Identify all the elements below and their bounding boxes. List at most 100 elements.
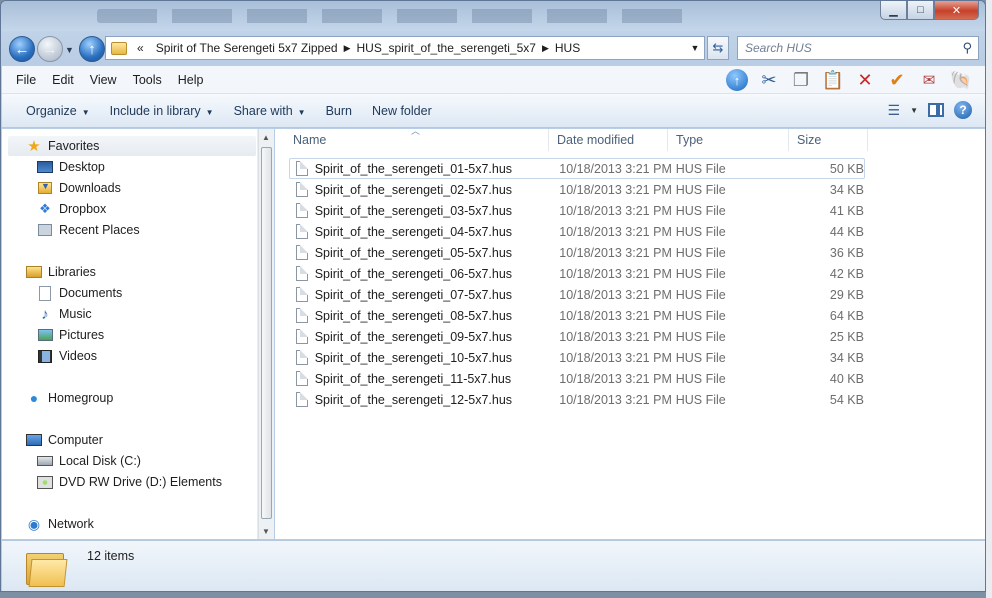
navigation-pane: ★ Favorites Desktop Downloads ❖ Dropbox … (2, 129, 258, 539)
paste-icon[interactable]: 📋 (820, 68, 846, 92)
maximize-button[interactable]: □ (907, 1, 934, 20)
breadcrumb-item[interactable]: HUS_spirit_of_the_serengeti_5x7 (351, 41, 542, 55)
scroll-up-arrow[interactable]: ▲ (262, 133, 270, 142)
table-row[interactable]: Spirit_of_the_serengeti_02-5x7.hus 10/18… (289, 179, 865, 200)
table-row[interactable]: Spirit_of_the_serengeti_12-5x7.hus 10/18… (289, 389, 865, 410)
close-button[interactable]: ✕ (934, 1, 979, 20)
back-button[interactable]: ← (9, 36, 35, 62)
chevron-right-icon[interactable]: ▶ (542, 43, 549, 54)
help-icon[interactable]: ? (954, 101, 972, 119)
preview-pane-icon[interactable] (928, 103, 944, 117)
file-type: HUS File (675, 371, 726, 386)
sidebar-item-network[interactable]: ◉ Network (26, 514, 94, 534)
file-name: Spirit_of_the_serengeti_11-5x7.hus (314, 371, 512, 386)
up-button[interactable]: ↑ (79, 36, 105, 62)
delete-icon[interactable]: ✕ (852, 68, 878, 92)
table-row[interactable]: Spirit_of_the_serengeti_10-5x7.hus 10/18… (289, 347, 865, 368)
include-in-library-button[interactable]: Include in library ▼ (100, 104, 224, 118)
table-row[interactable]: Spirit_of_the_serengeti_03-5x7.hus 10/18… (289, 200, 865, 221)
table-row[interactable]: Spirit_of_the_serengeti_05-5x7.hus 10/18… (289, 242, 865, 263)
sidebar-item-dropbox[interactable]: ❖ Dropbox (37, 199, 106, 219)
sidebar-item-homegroup[interactable]: ● Homegroup (26, 388, 114, 408)
chevron-down-icon: ▼ (205, 107, 214, 117)
sidebar-item-recent-places[interactable]: Recent Places (37, 220, 140, 240)
refresh-button[interactable]: ⇆ (707, 36, 729, 60)
sidebar-item-label: Recent Places (59, 223, 140, 237)
organize-button[interactable]: Organize ▼ (16, 104, 100, 118)
file-type: HUS File (675, 287, 726, 302)
menu-edit[interactable]: Edit (44, 73, 82, 87)
sidebar-item-dvd-drive[interactable]: DVD RW Drive (D:) Elements (37, 472, 222, 492)
title-bar[interactable]: ▁ □ ✕ (1, 1, 985, 31)
share-with-button[interactable]: Share with ▼ (224, 104, 316, 118)
sidebar-item-documents[interactable]: Documents (37, 283, 122, 303)
menu-help[interactable]: Help (170, 73, 212, 87)
column-header-size[interactable]: Size (789, 129, 868, 151)
copy-icon[interactable]: ❐ (788, 68, 814, 92)
search-icon[interactable]: ⚲ (962, 40, 972, 56)
menu-tools[interactable]: Tools (125, 73, 170, 87)
column-header-date[interactable]: Date modified (549, 129, 668, 151)
file-size: 36 KB (829, 245, 864, 260)
cut-icon[interactable]: ✂ (756, 68, 782, 92)
shell-icon[interactable]: 🐚 (948, 68, 974, 92)
file-type: HUS File (675, 329, 726, 344)
file-date: 10/18/2013 3:21 PM (559, 203, 672, 218)
search-input[interactable]: Search HUS ⚲ (737, 36, 979, 60)
column-header-name[interactable]: ︿ Name (275, 126, 549, 151)
sidebar-item-desktop[interactable]: Desktop (37, 157, 105, 177)
downloads-icon (37, 180, 53, 196)
navigation-scrollbar[interactable]: ▲ ▼ (258, 129, 274, 539)
table-row[interactable]: Spirit_of_the_serengeti_06-5x7.hus 10/18… (289, 263, 865, 284)
chevron-right-icon[interactable]: ▶ (344, 43, 351, 54)
file-name: Spirit_of_the_serengeti_07-5x7.hus (314, 287, 513, 302)
sidebar-item-videos[interactable]: Videos (37, 346, 97, 366)
sidebar-item-label: Pictures (59, 328, 105, 342)
sidebar-item-label: Downloads (59, 181, 121, 195)
chevron-down-icon: ▼ (297, 107, 306, 117)
sidebar-item-computer[interactable]: Computer (26, 430, 103, 450)
menu-file[interactable]: File (8, 73, 44, 87)
sidebar-item-local-disk[interactable]: Local Disk (C:) (37, 451, 141, 471)
file-date: 10/18/2013 3:21 PM (559, 287, 672, 302)
breadcrumb-item[interactable]: Spirit of The Serengeti 5x7 Zipped (150, 41, 344, 55)
sidebar-item-libraries[interactable]: Libraries (26, 262, 96, 282)
table-row[interactable]: Spirit_of_the_serengeti_08-5x7.hus 10/18… (289, 305, 865, 326)
scroll-down-arrow[interactable]: ▼ (262, 527, 270, 536)
recent-pages-dropdown[interactable]: ▼ (65, 45, 74, 55)
breadcrumb-item[interactable]: HUS (549, 41, 586, 55)
file-icon (296, 224, 308, 239)
mail-icon[interactable]: ✉ (916, 68, 942, 92)
forward-button[interactable]: → (37, 36, 63, 62)
file-size: 34 KB (829, 350, 864, 365)
sidebar-item-pictures[interactable]: Pictures (37, 325, 104, 345)
sidebar-item-label: Dropbox (59, 202, 107, 216)
new-folder-button[interactable]: New folder (362, 104, 442, 118)
view-options-dropdown[interactable]: ▼ (910, 106, 918, 115)
column-headers: ︿ Name Date modified Type Size (275, 126, 868, 151)
column-header-label: Name (293, 133, 327, 147)
column-header-type[interactable]: Type (668, 129, 789, 151)
background-window-ghost (97, 9, 697, 23)
check-icon[interactable]: ✔ (884, 68, 910, 92)
file-type: HUS File (675, 182, 726, 197)
upload-icon[interactable]: ↑ (724, 68, 750, 92)
menu-view[interactable]: View (82, 73, 125, 87)
scroll-thumb[interactable] (261, 147, 272, 519)
minimize-button[interactable]: ▁ (880, 1, 907, 20)
address-bar[interactable]: « Spirit of The Serengeti 5x7 Zipped ▶ H… (105, 36, 705, 60)
sidebar-item-favorites[interactable]: ★ Favorites (8, 136, 256, 156)
sidebar-item-music[interactable]: ♪ Music (37, 304, 91, 324)
change-view-icon[interactable]: ☰ (888, 102, 901, 119)
sidebar-item-downloads[interactable]: Downloads (37, 178, 121, 198)
address-history-dropdown[interactable]: ▼ (686, 43, 704, 53)
table-row[interactable]: Spirit_of_the_serengeti_09-5x7.hus 10/18… (289, 326, 865, 347)
table-row[interactable]: Spirit_of_the_serengeti_01-5x7.hus 10/18… (289, 158, 865, 179)
burn-button[interactable]: Burn (316, 104, 362, 118)
file-date: 10/18/2013 3:21 PM (559, 371, 672, 386)
table-row[interactable]: Spirit_of_the_serengeti_04-5x7.hus 10/18… (289, 221, 865, 242)
breadcrumb-overflow[interactable]: « (131, 41, 150, 55)
table-row[interactable]: Spirit_of_the_serengeti_11-5x7.hus 10/18… (289, 368, 865, 389)
table-row[interactable]: Spirit_of_the_serengeti_07-5x7.hus 10/18… (289, 284, 865, 305)
music-icon: ♪ (41, 305, 49, 323)
